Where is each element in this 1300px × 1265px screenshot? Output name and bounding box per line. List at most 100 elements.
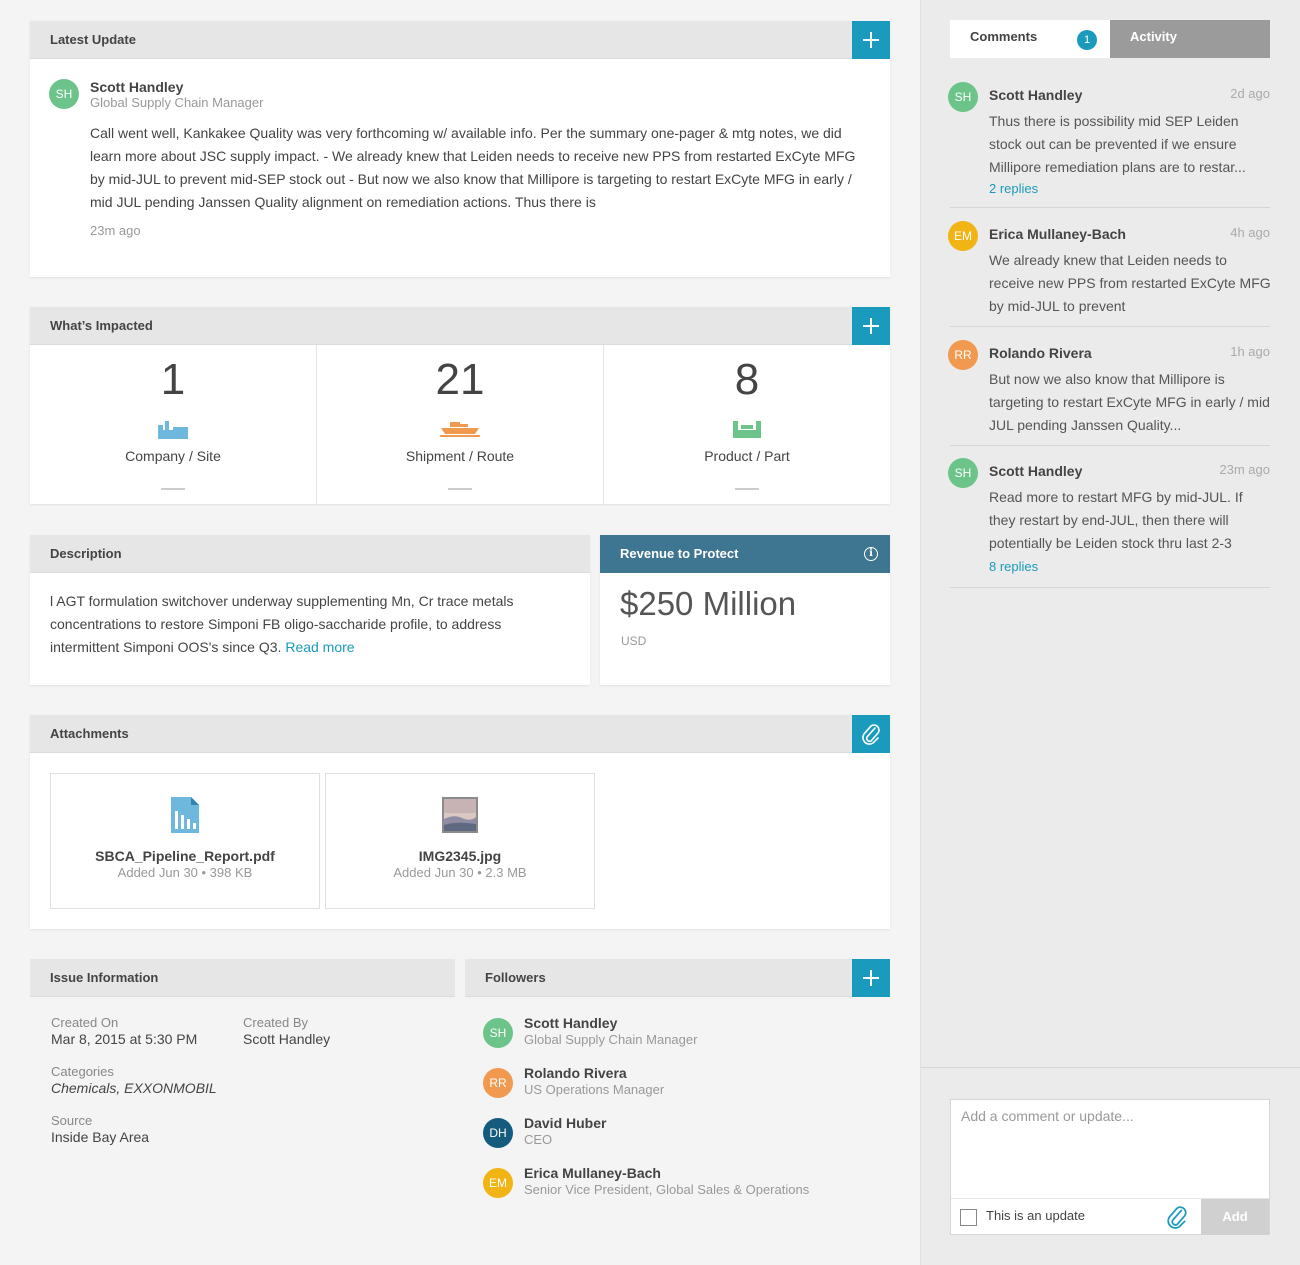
source-value: Inside Bay Area	[51, 1129, 150, 1145]
impact-label: Company / Site	[125, 448, 221, 464]
impact-label: Shipment / Route	[405, 448, 515, 464]
comment-time: 4h ago	[1230, 225, 1270, 240]
follower-name: Scott Handley	[524, 1015, 618, 1031]
attachment-item[interactable]: SBCA_Pipeline_Report.pdf Added Jun 30 • …	[50, 773, 320, 909]
attachment-meta: Added Jun 30 • 2.3 MB	[393, 865, 527, 880]
comment-input[interactable]	[951, 1100, 1269, 1198]
description-text: l AGT formulation switchover underway su…	[50, 593, 514, 655]
tab-activity-label: Activity	[1130, 29, 1177, 44]
impact-product-part[interactable]: 8 Product / Part	[604, 345, 890, 504]
attachment-item[interactable]: IMG2345.jpg Added Jun 30 • 2.3 MB	[325, 773, 595, 909]
add-update-button[interactable]	[852, 21, 890, 59]
tab-comments[interactable]: Comments 1	[950, 20, 1110, 58]
comment-body: But now we also know that Millipore is t…	[989, 371, 1270, 433]
created-by-field: Created By Scott Handley	[243, 1015, 330, 1047]
description-header: Description	[30, 535, 590, 573]
comment-author[interactable]: Scott Handley	[989, 87, 1082, 103]
composer-toolbar: This is an update Add	[951, 1198, 1269, 1235]
comment-author[interactable]: Rolando Rivera	[989, 345, 1092, 361]
follower-name: David Huber	[524, 1115, 607, 1131]
avatar: EM	[483, 1168, 513, 1198]
pdf-file-icon	[171, 797, 199, 838]
description-body: l AGT formulation switchover underway su…	[50, 590, 570, 659]
divider	[161, 488, 185, 490]
revenue-amount: $250 Million	[620, 585, 797, 622]
tab-activity[interactable]: Activity	[1110, 20, 1270, 58]
follower-name: Erica Mullaney-Bach	[524, 1165, 661, 1181]
follower-role: Global Supply Chain Manager	[524, 1032, 698, 1047]
read-more-link[interactable]: Read more	[285, 639, 354, 655]
comment-item: EM Erica Mullaney-Bach 4h ago We already…	[948, 221, 1271, 327]
revenue-title: Revenue to Protect	[620, 546, 739, 561]
attachment-name: SBCA_Pipeline_Report.pdf	[95, 848, 275, 864]
latest-update-header: Latest Update	[30, 21, 890, 59]
avatar: SH	[483, 1018, 513, 1048]
add-follower-button[interactable]	[852, 959, 890, 997]
impact-count: 1	[160, 355, 186, 404]
created-by-value: Scott Handley	[243, 1031, 331, 1047]
update-checkbox[interactable]	[960, 1209, 977, 1226]
follower-role: Senior Vice President, Global Sales & Op…	[524, 1182, 810, 1197]
paperclip-icon[interactable]	[1166, 1205, 1188, 1234]
update-author-role: Global Supply Chain Manager	[90, 95, 264, 110]
update-checkbox-label: This is an update	[986, 1208, 1086, 1223]
comment-author[interactable]: Scott Handley	[989, 463, 1082, 479]
attachments-card: Attachments SBCA_Pipeline_Report.pdf Add…	[30, 715, 890, 929]
avatar: EM	[948, 221, 978, 251]
comment-composer: This is an update Add	[950, 1099, 1270, 1235]
comments-count-badge: 1	[1077, 30, 1097, 50]
impact-label: Product / Part	[704, 448, 790, 464]
follower-name: Rolando Rivera	[524, 1065, 627, 1081]
comment-body: Read more to restart MFG by mid-JUL. If …	[989, 489, 1243, 551]
avatar: SH	[948, 82, 978, 112]
categories-field: Categories Chemicals, EXXONMOBIL	[51, 1064, 217, 1096]
categories-label: Categories	[51, 1064, 114, 1079]
tab-comments-label: Comments	[970, 29, 1038, 44]
paperclip-icon	[862, 724, 880, 745]
created-by-label: Created By	[243, 1015, 309, 1030]
avatar: SH	[948, 458, 978, 488]
update-author-name[interactable]: Scott Handley	[90, 79, 183, 95]
followers-header: Followers	[465, 959, 890, 997]
description-card: Description l AGT formulation switchover…	[30, 535, 590, 685]
attachments-header: Attachments	[30, 715, 890, 753]
impact-count: 8	[734, 355, 760, 404]
categories-value: Chemicals, EXXONMOBIL	[51, 1080, 217, 1096]
description-title: Description	[50, 546, 122, 561]
revenue-currency: USD	[621, 634, 647, 648]
comment-item: SH Scott Handley 23m ago Read more to re…	[948, 458, 1270, 588]
info-icon[interactable]: i	[864, 547, 878, 561]
whats-impacted-header: What’s Impacted	[30, 307, 890, 345]
issue-information-title: Issue Information	[50, 970, 159, 985]
created-on-value: Mar 8, 2015 at 5:30 PM	[51, 1031, 198, 1047]
revenue-header: Revenue to Protect i	[600, 535, 890, 573]
impact-shipment-route[interactable]: 21 Shipment / Route	[317, 345, 604, 504]
update-time: 23m ago	[90, 223, 141, 238]
add-comment-button[interactable]: Add	[1201, 1199, 1269, 1235]
followers-title: Followers	[485, 970, 546, 985]
follower-role: US Operations Manager	[524, 1082, 665, 1097]
impact-count: 21	[435, 355, 485, 404]
comments-sidebar: Comments 1 Activity SH Scott Handley 2d …	[920, 0, 1300, 1265]
add-impacted-button[interactable]	[852, 307, 890, 345]
comment-time: 1h ago	[1230, 344, 1270, 359]
avatar: SH	[49, 79, 79, 109]
replies-link[interactable]: 8 replies	[989, 559, 1038, 574]
comment-item: RR Rolando Rivera 1h ago But now we also…	[948, 340, 1270, 446]
divider	[448, 488, 472, 490]
main-content: Latest Update SH Scott Handley Global Su…	[0, 0, 920, 1265]
issue-information-header: Issue Information	[30, 959, 455, 997]
comment-body: Thus there is possibility mid SEP Leiden…	[989, 113, 1246, 175]
comment-body: We already knew that Leiden needs to rec…	[989, 252, 1271, 314]
image-thumbnail	[442, 797, 478, 838]
attach-file-button[interactable]	[852, 715, 890, 753]
avatar: RR	[483, 1068, 513, 1098]
whats-impacted-title: What’s Impacted	[50, 318, 153, 333]
replies-link[interactable]: 2 replies	[989, 181, 1038, 196]
avatar: DH	[483, 1118, 513, 1148]
comment-time: 23m ago	[1219, 462, 1270, 477]
comment-author[interactable]: Erica Mullaney-Bach	[989, 226, 1126, 242]
impact-company-site[interactable]: 1 Company / Site	[30, 345, 317, 504]
update-body: Call went well, Kankakee Quality was ver…	[90, 125, 856, 210]
attachment-meta: Added Jun 30 • 398 KB	[117, 865, 253, 880]
